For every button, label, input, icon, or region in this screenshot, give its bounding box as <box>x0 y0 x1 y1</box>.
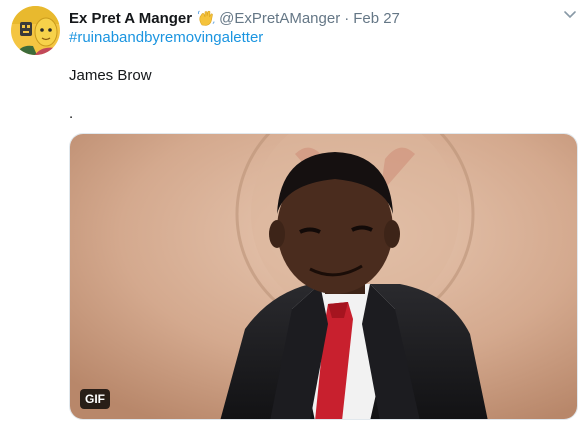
header-separator: · <box>344 9 350 27</box>
avatar[interactable] <box>11 6 60 55</box>
tweet-date[interactable]: Feb 27 <box>353 10 400 27</box>
gif-badge: GIF <box>80 389 110 409</box>
chevron-down-icon[interactable] <box>562 8 578 20</box>
tweet-card[interactable]: Ex Pret A Manger @ExPretAManger · Feb 27… <box>0 0 588 432</box>
tweet-header: Ex Pret A Manger @ExPretAManger · Feb 27 <box>69 8 400 28</box>
waving-hand-icon <box>197 9 215 27</box>
gif-frame <box>70 134 577 419</box>
user-handle[interactable]: @ExPretAManger <box>219 10 340 27</box>
display-name[interactable]: Ex Pret A Manger <box>69 10 192 27</box>
hashtag-link[interactable]: #ruinabandbyremovingaletter <box>69 29 263 46</box>
avatar-image <box>11 6 60 55</box>
tweet-text-line: James Brow <box>69 67 152 84</box>
tweet-text-line: . <box>69 105 74 122</box>
gif-media[interactable]: GIF <box>69 133 578 420</box>
